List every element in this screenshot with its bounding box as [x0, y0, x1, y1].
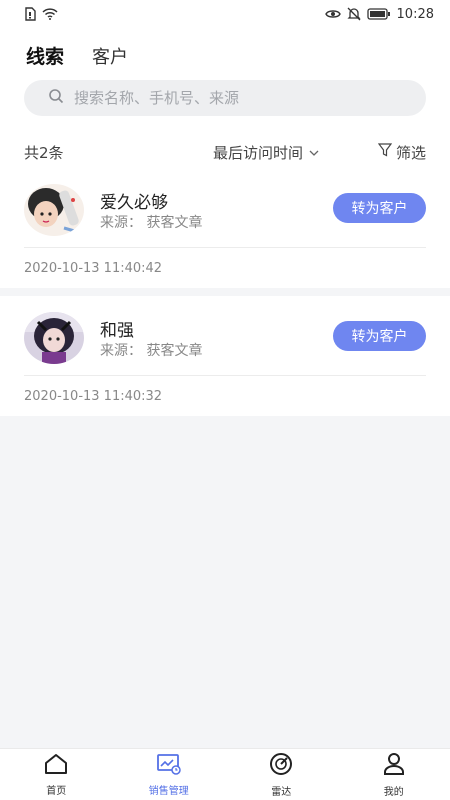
result-count: 共2条: [24, 143, 64, 162]
source-label: 来源：: [100, 215, 142, 231]
tab-customers[interactable]: 客户: [92, 43, 128, 69]
lead-timestamp: 2020-10-13 11:40:32: [24, 389, 163, 404]
divider: [24, 375, 426, 376]
search-bar[interactable]: [24, 80, 426, 116]
nav-label: 我的: [383, 786, 404, 798]
radar-icon: [269, 752, 293, 780]
status-right: 10:28: [324, 6, 434, 22]
tab-leads[interactable]: 线索: [26, 42, 64, 69]
avatar: [24, 312, 84, 364]
list-meta-row: 共2条 最后访问时间 筛选: [24, 141, 426, 163]
search-input[interactable]: [74, 89, 394, 107]
status-time: 10:28: [396, 6, 434, 22]
lead-timestamp: 2020-10-13 11:40:42: [24, 261, 163, 276]
home-icon: [44, 753, 68, 779]
sim-icon: [24, 7, 36, 21]
status-left: [24, 7, 58, 21]
source-label: 来源：: [100, 343, 142, 359]
filter-button[interactable]: 筛选: [377, 142, 426, 163]
sort-label: 最后访问时间: [213, 143, 304, 162]
nav-label: 首页: [46, 785, 67, 797]
nav-label: 销售管理: [148, 785, 189, 797]
lead-name: 爱久必够: [100, 193, 168, 213]
wifi-icon: [42, 8, 58, 20]
eye-icon: [324, 8, 341, 20]
nav-label: 雷达: [271, 786, 292, 798]
header: 线索 客户 共2条 最后访问时间 筛选: [0, 28, 450, 168]
tab-bar: 线索 客户: [26, 42, 128, 69]
nav-item-radar[interactable]: 雷达: [225, 749, 338, 800]
lead-name: 和强: [100, 321, 134, 341]
nav-item-home[interactable]: 首页: [0, 749, 113, 800]
nav-item-profile[interactable]: 我的: [338, 749, 450, 800]
sort-dropdown[interactable]: 最后访问时间: [213, 142, 319, 163]
search-icon: [48, 88, 64, 108]
bottom-nav: 首页 销售管理 雷达 我的: [0, 748, 450, 800]
convert-to-customer-button[interactable]: 转为客户: [333, 193, 426, 223]
lead-source: 来源： 获客文章: [100, 340, 202, 360]
chevron-down-icon: [309, 143, 319, 161]
filter-label: 筛选: [395, 143, 426, 162]
battery-icon: [366, 8, 391, 20]
status-bar: 10:28: [0, 0, 450, 28]
profile-icon: [382, 752, 406, 780]
avatar: [24, 184, 84, 236]
lead-card[interactable]: 和强 来源： 获客文章 转为客户 2020-10-13 11:40:32: [0, 296, 450, 416]
lead-source: 来源： 获客文章: [100, 212, 202, 232]
sales-icon: [156, 753, 182, 779]
convert-to-customer-button[interactable]: 转为客户: [333, 321, 426, 351]
nav-item-sales[interactable]: 销售管理: [113, 749, 226, 800]
source-value: 获客文章: [146, 215, 203, 231]
bell-mute-icon: [346, 7, 361, 21]
divider: [24, 247, 426, 248]
lead-card[interactable]: 爱久必够 来源： 获客文章 转为客户 2020-10-13 11:40:42: [0, 168, 450, 288]
filter-icon: [377, 143, 393, 161]
source-value: 获客文章: [146, 343, 203, 359]
